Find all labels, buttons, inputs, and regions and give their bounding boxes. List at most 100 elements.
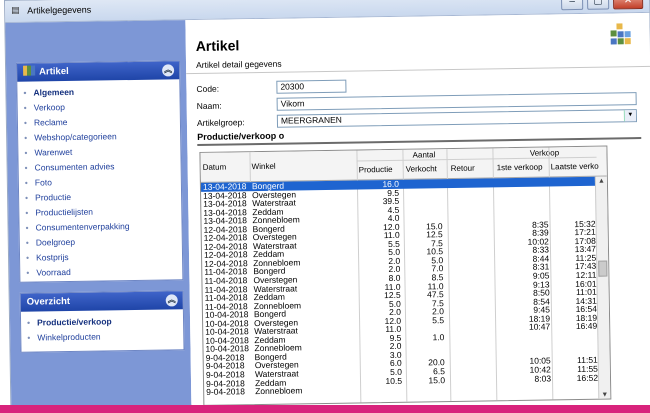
retour-cell xyxy=(452,384,488,385)
bullet-icon: • xyxy=(23,102,27,113)
retour-cell xyxy=(451,307,487,308)
main-content: Artikel Artikel detail gegevens Code: 20… xyxy=(185,12,650,407)
eerste-verkoop-cell xyxy=(496,203,548,204)
retour-cell xyxy=(450,230,486,231)
scrollbar-thumb[interactable] xyxy=(598,260,608,277)
page-title: Artikel xyxy=(195,37,240,54)
verkocht-cell xyxy=(408,324,444,325)
close-button[interactable]: ✕ xyxy=(612,0,644,10)
retour-cell xyxy=(451,290,487,291)
overzicht-panel-header[interactable]: Overzicht ︽ xyxy=(20,291,183,312)
retour-cell xyxy=(452,375,488,376)
artikel-panel-header[interactable]: Artikel ︽ xyxy=(17,61,180,82)
bullet-icon: • xyxy=(24,132,28,143)
eerste-verkoop-cell xyxy=(496,186,548,187)
verkocht-cell xyxy=(406,179,442,180)
code-field[interactable]: 20300 xyxy=(276,79,347,94)
retour-cell xyxy=(449,178,485,179)
sidebar: Artikel ︽ • Algemeen • Verkoop • Reclame • Webs… xyxy=(5,20,192,409)
col-laatste-verkoop-header[interactable]: Laatste verko xyxy=(551,162,599,172)
retour-cell xyxy=(450,264,486,265)
artikelgroep-select[interactable]: MEERGRANEN ▼ xyxy=(276,109,637,128)
laatste-verkoop-cell xyxy=(554,382,598,383)
bullet-icon: • xyxy=(25,252,30,263)
bullet-icon: • xyxy=(25,222,29,233)
col-productie-header[interactable]: Productie xyxy=(359,165,393,175)
sidebar-item-label: Foto xyxy=(34,177,52,188)
sidebar-item-label: Consumentenverpakking xyxy=(35,221,130,233)
sidebar-item-label: Kostprijs xyxy=(35,252,69,263)
eerste-verkoop-cell xyxy=(496,195,548,196)
bullet-icon: • xyxy=(23,87,27,98)
retour-cell xyxy=(450,255,486,256)
naam-label: Naam: xyxy=(196,100,222,111)
sidebar-item-label: Productie xyxy=(35,191,72,203)
window-title: Artikelgegevens xyxy=(27,4,92,16)
bullet-icon: • xyxy=(26,317,31,328)
retour-cell xyxy=(451,298,487,299)
maximize-button[interactable]: ▢ xyxy=(586,0,610,10)
verkocht-cell xyxy=(406,205,442,206)
artikel-icon xyxy=(23,65,36,76)
col-eerste-verkoop-header[interactable]: 1ste verkoop xyxy=(497,163,543,173)
verkocht-cell xyxy=(409,384,445,385)
vertical-scrollbar[interactable]: ▲ ▼ xyxy=(594,176,611,400)
datum-cell: 9-04-2018 xyxy=(206,386,246,397)
retour-cell xyxy=(452,349,488,350)
productie-cell xyxy=(362,385,402,386)
sidebar-item-label: Doelgroep xyxy=(35,236,76,248)
retour-cell xyxy=(450,221,486,222)
minimize-button[interactable]: ‒ xyxy=(560,0,584,11)
sidebar-item-label: Voorraad xyxy=(36,266,71,278)
retour-cell xyxy=(450,238,486,239)
verkocht-cell xyxy=(406,188,442,189)
retour-cell xyxy=(451,332,487,333)
laatste-verkoop-cell xyxy=(551,202,595,203)
retour-cell xyxy=(451,341,487,342)
col-retour-header[interactable]: Retour xyxy=(451,164,475,173)
productie-verkoop-table[interactable]: Aantal Verkoop Datum Winkel Productie Ve… xyxy=(199,145,612,406)
verkocht-cell xyxy=(406,213,442,214)
sidebar-item-label: Winkelproducten xyxy=(37,331,101,343)
bullet-icon: • xyxy=(24,162,28,173)
page-subtitle: Artikel detail gegevens xyxy=(195,58,282,70)
sidebar-item-label: Consumenten advies xyxy=(34,161,115,173)
scroll-down-icon[interactable]: ▼ xyxy=(599,392,610,399)
section-title: Productie/verkoop o xyxy=(197,130,285,142)
bullet-icon: • xyxy=(24,147,28,158)
col-verkocht-header[interactable]: Verkocht xyxy=(406,164,437,173)
sidebar-item-label: Algemeen xyxy=(33,86,75,98)
retour-cell xyxy=(449,213,485,214)
artikel-panel-title: Artikel xyxy=(39,65,69,78)
sidebar-item-label: Reclame xyxy=(33,117,68,128)
bullet-icon: • xyxy=(25,192,29,203)
eerste-verkoop-cell xyxy=(499,383,551,384)
scroll-up-icon[interactable]: ▲ xyxy=(596,178,607,185)
verkocht-cell xyxy=(409,350,445,351)
retour-cell xyxy=(452,358,488,359)
collapse-chevron-icon[interactable]: ︽ xyxy=(165,294,178,307)
col-datum-header[interactable]: Datum xyxy=(203,163,227,172)
retour-cell xyxy=(449,204,485,205)
eerste-verkoop-cell xyxy=(496,212,548,213)
laatste-verkoop-cell xyxy=(551,185,595,186)
laatste-verkoop-cell xyxy=(551,177,595,178)
col-winkel-header[interactable]: Winkel xyxy=(252,162,276,171)
chevron-down-icon[interactable]: ▼ xyxy=(623,110,636,122)
verkocht-cell xyxy=(408,342,444,343)
laatste-verkoop-cell xyxy=(553,339,597,340)
sidebar-item-label: Warenwet xyxy=(34,146,73,158)
collapse-chevron-icon[interactable]: ︽ xyxy=(162,64,175,77)
artikel-panel: Artikel ︽ • Algemeen • Verkoop • Reclame • Webs… xyxy=(15,60,184,283)
retour-cell xyxy=(449,196,485,197)
laatste-verkoop-cell xyxy=(554,348,598,349)
eerste-verkoop-cell xyxy=(496,177,548,178)
overzicht-panel: Overzicht ︽ • Productie/verkoop • Winkelpro… xyxy=(19,290,185,353)
artikelgegevens-window: ▤ Artikelgegevens ‒ ▢ ✕ Artikel ︽ • Algem… xyxy=(4,0,650,409)
sidebar-item-voorraad[interactable]: • Voorraad xyxy=(26,263,182,280)
eerste-verkoop-cell xyxy=(499,348,551,349)
sidebar-item-winkelproducten[interactable]: • Winkelproducten xyxy=(27,328,183,345)
bullet-icon: • xyxy=(25,237,29,248)
retour-cell xyxy=(450,247,486,248)
winkel-cell: Zonnebloem xyxy=(255,385,303,397)
